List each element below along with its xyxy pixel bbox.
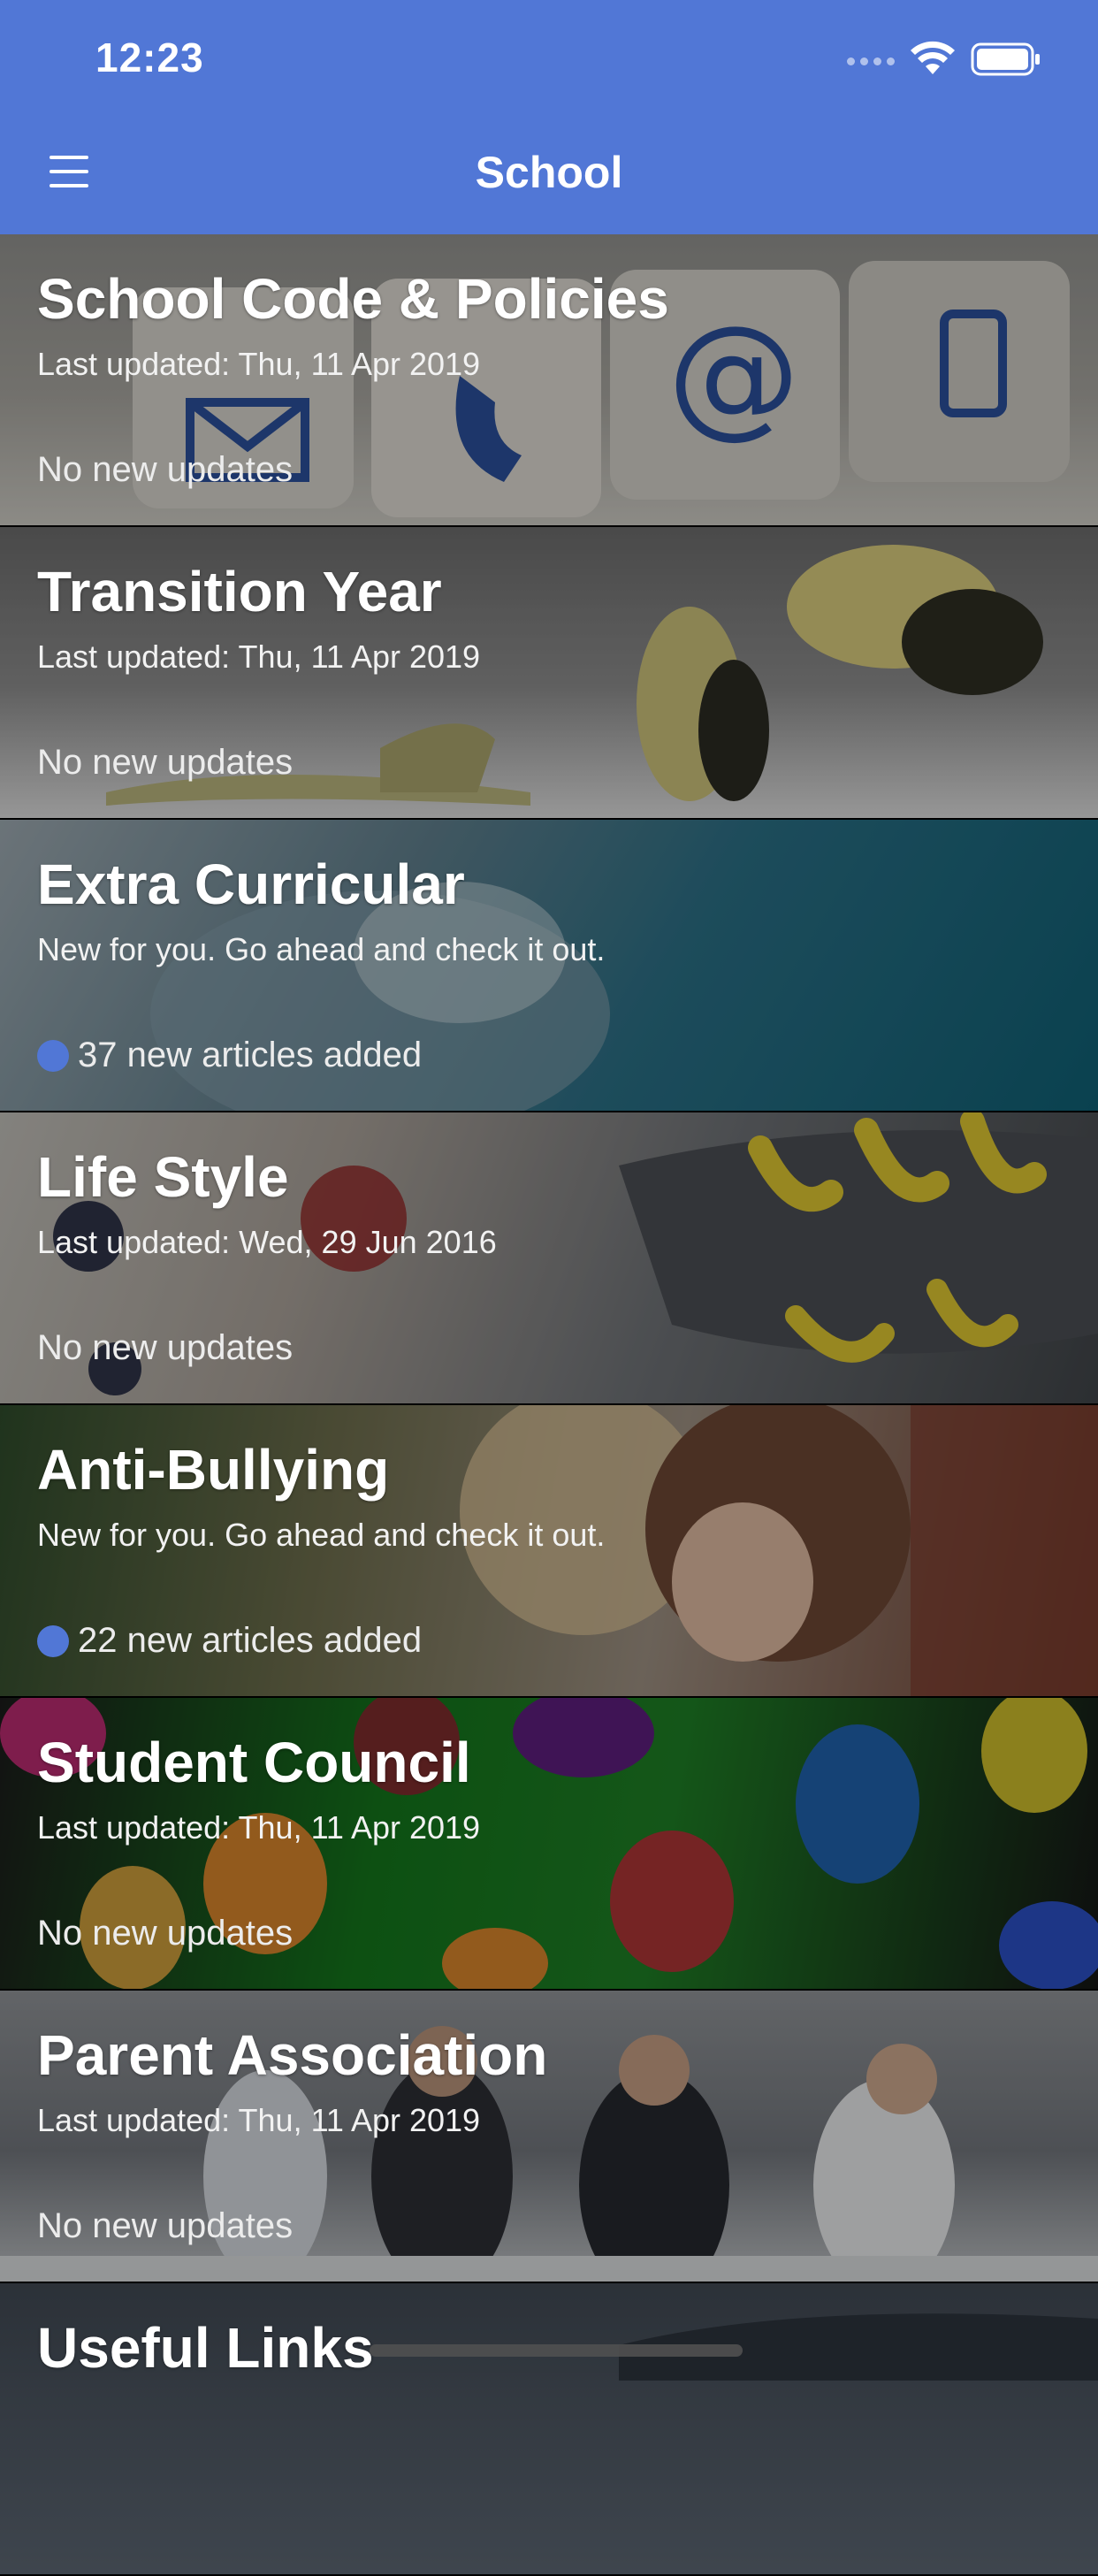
section-list: @ School Code & Policies Last updated: T… [0,234,1098,2576]
section-card-extra-curricular[interactable]: Extra Curricular New for you. Go ahead a… [0,820,1098,1112]
section-subtitle: Last updated: Thu, 11 Apr 2019 [37,1809,481,1846]
section-card-parent-association[interactable]: Parent Association Last updated: Thu, 11… [0,1991,1098,2283]
home-indicator[interactable] [370,2344,743,2357]
section-status: 22 new articles added [37,1621,422,1661]
section-subtitle: Last updated: Thu, 11 Apr 2019 [37,638,481,675]
status-time: 12:23 [95,34,204,80]
new-indicator-dot [37,1039,69,1072]
section-title: School Code & Policies [37,267,669,331]
cellular-signal-icon [847,55,895,67]
status-text: No new updates [37,1914,294,1953]
status-text: 22 new articles added [78,1621,423,1660]
section-subtitle: Last updated: Thu, 11 Apr 2019 [37,346,481,382]
section-card-useful-links[interactable]: Useful Links [0,2283,1098,2576]
section-status: No new updates [37,743,293,783]
status-text: No new updates [37,450,294,489]
section-card-student-council[interactable]: Student Council Last updated: Thu, 11 Ap… [0,1698,1098,1991]
page-title: School [475,148,623,197]
status-text: No new updates [37,1328,294,1367]
section-title: Transition Year [37,560,442,623]
section-subtitle: Last updated: Wed, 29 Jun 2016 [37,1224,497,1260]
section-subtitle: Last updated: Thu, 11 Apr 2019 [37,2102,481,2138]
section-title: Useful Links [37,2316,374,2380]
section-subtitle: New for you. Go ahead and check it out. [37,931,606,967]
section-title: Anti-Bullying [37,1438,390,1502]
section-title: Student Council [37,1731,471,1794]
section-status: No new updates [37,1914,293,1953]
section-status: No new updates [37,1328,293,1368]
section-title: Extra Curricular [37,852,465,916]
new-indicator-dot [37,1624,69,1657]
wifi-icon [911,41,955,74]
section-card-anti-bullying[interactable]: Anti-Bullying New for you. Go ahead and … [0,1405,1098,1698]
section-status: No new updates [37,450,293,490]
section-card-life-style[interactable]: Life Style Last updated: Wed, 29 Jun 201… [0,1112,1098,1405]
section-status: No new updates [37,2206,293,2246]
header-bar: 12:23 School [0,0,1098,234]
status-text: No new updates [37,2206,294,2245]
status-text: 37 new articles added [78,1036,423,1074]
battery-icon [971,42,1040,76]
section-status: 37 new articles added [37,1036,422,1075]
section-title: Life Style [37,1145,289,1209]
section-card-school-code-policies[interactable]: @ School Code & Policies Last updated: T… [0,234,1098,527]
section-card-transition-year[interactable]: Transition Year Last updated: Thu, 11 Ap… [0,527,1098,820]
section-title: Parent Association [37,2023,548,2087]
status-text: No new updates [37,743,294,782]
section-subtitle: New for you. Go ahead and check it out. [37,1517,606,1553]
